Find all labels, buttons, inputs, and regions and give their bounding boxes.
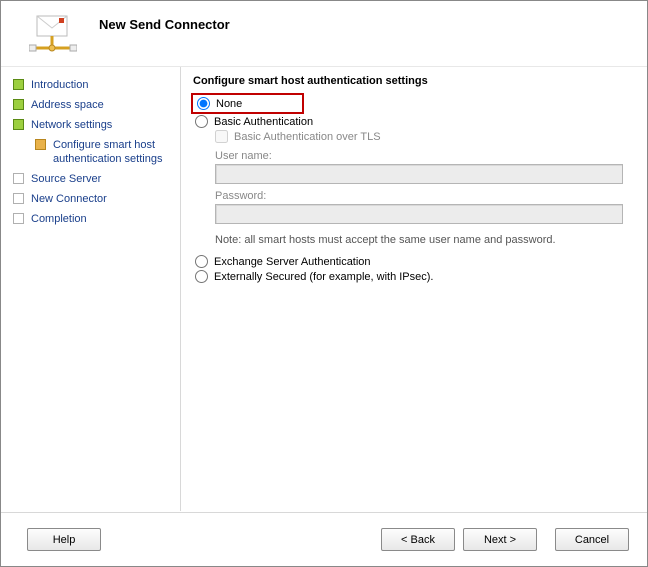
step-label: Completion [31,212,87,226]
step-status-icon [13,173,24,184]
step-status-icon [13,79,24,90]
dialog-footer: Help < Back Next > Cancel [1,512,647,566]
step-status-icon [13,213,24,224]
wizard-dialog: New Send Connector Introduction Address … [0,0,648,567]
password-input [215,204,623,224]
username-label: User name: [215,150,633,162]
radio-exchange-auth[interactable] [195,255,208,268]
radio-exchange-auth-label: Exchange Server Authentication [214,256,371,268]
step-address-space[interactable]: Address space [13,95,174,115]
mail-connector-icon [29,14,77,58]
next-button[interactable]: Next > [463,528,537,551]
step-status-icon [35,139,46,150]
step-label: Source Server [31,172,101,186]
section-title: Configure smart host authentication sett… [193,75,633,87]
wizard-steps-sidebar: Introduction Address space Network setti… [1,67,181,511]
radio-external-secured[interactable] [195,270,208,283]
step-source-server[interactable]: Source Server [13,169,174,189]
step-status-icon [13,119,24,130]
step-new-connector[interactable]: New Connector [13,189,174,209]
step-status-icon [13,99,24,110]
radio-basic-auth-label: Basic Authentication [214,116,313,128]
step-label: Address space [31,98,104,112]
radio-none-label: None [216,98,242,110]
dialog-body: Introduction Address space Network setti… [1,67,647,511]
highlight-none-option: None [191,93,304,114]
password-label: Password: [215,190,633,202]
dialog-header: New Send Connector [1,1,647,67]
radio-basic-auth[interactable] [195,115,208,128]
radio-external-secured-label: Externally Secured (for example, with IP… [214,271,433,283]
checkbox-basic-tls [215,130,228,143]
step-label: Configure smart host authentication sett… [53,138,174,166]
dialog-title: New Send Connector [99,15,631,32]
step-introduction[interactable]: Introduction [13,75,174,95]
step-status-icon [13,193,24,204]
option-none-row[interactable]: None [195,96,242,111]
option-external-row[interactable]: Externally Secured (for example, with IP… [193,269,633,284]
step-completion[interactable]: Completion [13,209,174,229]
username-input [215,164,623,184]
option-exchange-row[interactable]: Exchange Server Authentication [193,254,633,269]
cancel-button[interactable]: Cancel [555,528,629,551]
step-smart-host-auth[interactable]: Configure smart host authentication sett… [13,135,174,169]
step-label: Network settings [31,118,112,132]
radio-none[interactable] [197,97,210,110]
step-network-settings[interactable]: Network settings [13,115,174,135]
wizard-content: Configure smart host authentication sett… [181,67,647,511]
option-basic-tls-row: Basic Authentication over TLS [193,129,633,144]
step-label: New Connector [31,192,107,206]
checkbox-basic-tls-label: Basic Authentication over TLS [234,131,381,143]
option-basic-row[interactable]: Basic Authentication [193,114,633,129]
help-button[interactable]: Help [27,528,101,551]
back-button[interactable]: < Back [381,528,455,551]
step-label: Introduction [31,78,88,92]
auth-note: Note: all smart hosts must accept the sa… [193,234,633,246]
